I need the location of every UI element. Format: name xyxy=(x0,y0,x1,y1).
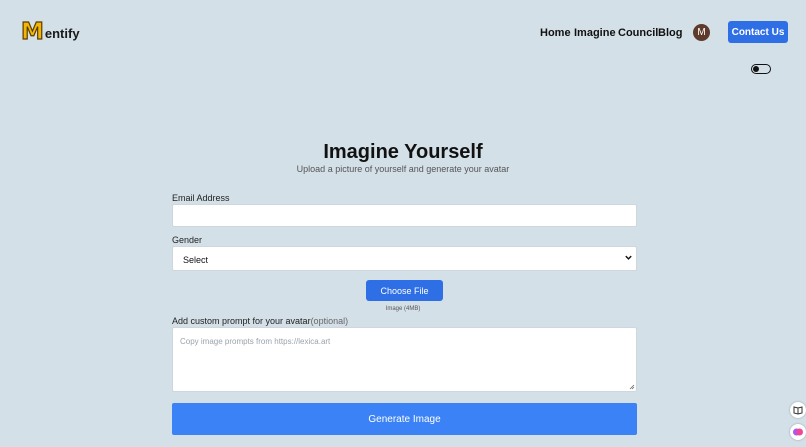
prompt-label: Add custom prompt for your avatar(option… xyxy=(172,316,348,326)
choose-file-button[interactable]: Choose File xyxy=(366,280,443,301)
main-nav: Home Imagine Council Blog xyxy=(0,26,806,40)
brain-icon xyxy=(793,428,803,436)
page-title: Imagine Yourself xyxy=(323,141,483,163)
nav-link-imagine[interactable]: Imagine xyxy=(574,26,616,40)
email-label: Email Address xyxy=(172,193,230,203)
gender-selected-value: Select xyxy=(183,255,209,265)
user-avatar[interactable]: M xyxy=(693,24,710,41)
prompt-placeholder: Copy image prompts from https://lexica.a… xyxy=(180,337,331,346)
nav-link-council[interactable]: Council xyxy=(618,26,658,40)
page-subtitle: Upload a picture of yourself and generat… xyxy=(296,164,510,174)
book-icon xyxy=(793,406,803,415)
reader-widget[interactable] xyxy=(790,402,806,418)
prompt-optional-tag: (optional) xyxy=(310,316,349,326)
resize-handle-icon[interactable] xyxy=(629,384,635,390)
nav-link-home[interactable]: Home xyxy=(540,26,571,40)
file-size-hint: Image (4MB) xyxy=(385,306,421,312)
theme-toggle[interactable] xyxy=(751,64,771,74)
contact-us-button[interactable]: Contact Us xyxy=(728,21,788,43)
toggle-knob xyxy=(753,65,759,72)
email-field[interactable] xyxy=(172,204,637,227)
chevron-down-icon xyxy=(625,255,632,260)
nav-link-blog[interactable]: Blog xyxy=(658,26,682,40)
generate-image-button[interactable]: Generate Image xyxy=(172,403,637,435)
assistant-widget[interactable] xyxy=(790,424,806,440)
gender-select[interactable]: Select xyxy=(172,246,637,271)
gender-label: Gender xyxy=(172,235,203,245)
prompt-textarea[interactable]: Copy image prompts from https://lexica.a… xyxy=(172,327,637,392)
prompt-label-text: Add custom prompt for your avatar xyxy=(172,316,311,326)
